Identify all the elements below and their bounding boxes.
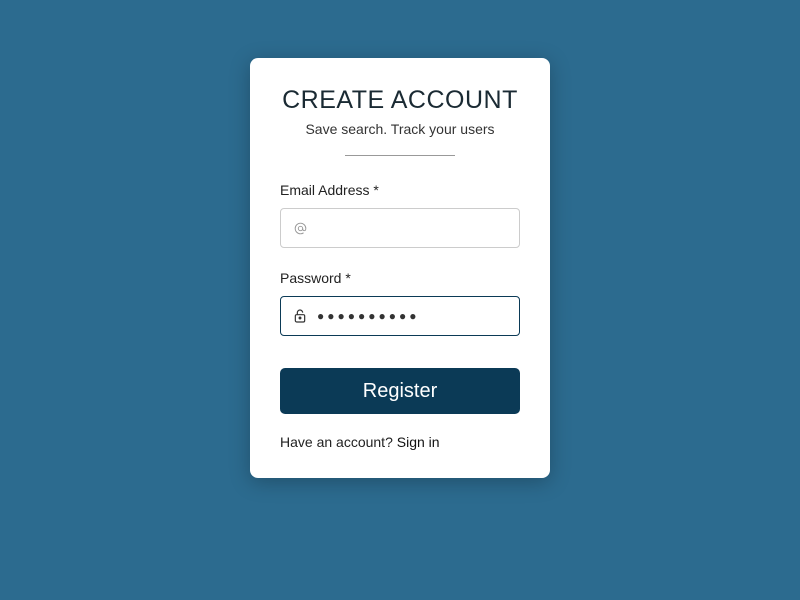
lock-icon [291, 307, 309, 325]
card-title: CREATE ACCOUNT [282, 86, 518, 115]
create-account-card: CREATE ACCOUNT Save search. Track your u… [250, 58, 550, 478]
register-button[interactable]: Register [280, 368, 520, 414]
password-label: Password * [280, 270, 520, 286]
email-field-group: Email Address * [280, 182, 520, 248]
password-input[interactable]: ●●●●●●●●●● [317, 309, 509, 323]
at-icon [291, 219, 309, 237]
email-label: Email Address * [280, 182, 520, 198]
signin-prompt-row: Have an account? Sign in [280, 434, 520, 450]
card-subtitle: Save search. Track your users [305, 121, 494, 137]
registration-form: Email Address * Password * [280, 182, 520, 450]
email-input-wrap[interactable] [280, 208, 520, 248]
password-field-group: Password * ●●●●●●●●●● [280, 270, 520, 336]
divider [345, 155, 455, 156]
email-input[interactable] [317, 220, 509, 236]
signin-prompt-text: Have an account? [280, 434, 397, 450]
password-input-wrap[interactable]: ●●●●●●●●●● [280, 296, 520, 336]
signin-link[interactable]: Sign in [397, 434, 440, 450]
